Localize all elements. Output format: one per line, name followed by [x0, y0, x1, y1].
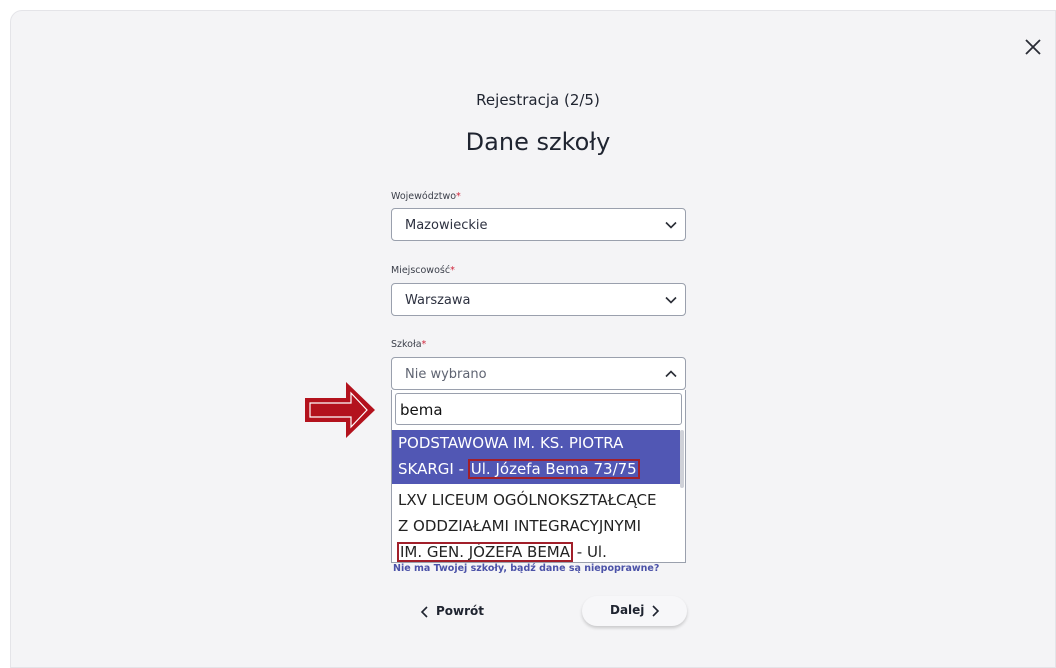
school-label: Szkoła*	[391, 339, 427, 350]
highlight-box: Ul. Józefa Bema 73/75	[467, 459, 640, 479]
chevron-down-icon	[665, 221, 677, 229]
next-button[interactable]: Dalej	[582, 596, 687, 626]
page-title: Dane szkoły	[465, 128, 611, 156]
school-search-input[interactable]: bema	[395, 393, 682, 425]
city-value: Warszawa	[405, 293, 471, 308]
highlight-box: IM. GEN. JÓZEFA BEMA	[397, 542, 573, 562]
arrow-right-icon	[305, 382, 375, 438]
school-option[interactable]: PODSTAWOWA IM. KS. PIOTRA SKARGI - Ul. J…	[392, 430, 680, 484]
chevron-down-icon	[665, 296, 677, 304]
city-label: Miejscowość*	[391, 265, 455, 276]
chevron-up-icon	[665, 370, 677, 378]
voivodeship-value: Mazowieckie	[405, 218, 488, 233]
school-dropdown: bema PODSTAWOWA IM. KS. PIOTRA SKARGI - …	[391, 390, 686, 563]
voivodeship-select[interactable]: Mazowieckie	[391, 208, 686, 241]
school-option[interactable]: LXV LICEUM OGÓLNOKSZTAŁCĄCE Z ODDZIAŁAMI…	[392, 487, 680, 562]
dropdown-scrollbar[interactable]	[680, 430, 684, 488]
school-select[interactable]: Nie wybrano	[391, 357, 686, 390]
city-select[interactable]: Warszawa	[391, 283, 686, 316]
missing-school-link[interactable]: Nie ma Twojej szkoły, bądź dane są niepo…	[393, 563, 659, 574]
voivodeship-label: Województwo*	[391, 191, 461, 202]
back-button[interactable]: Powrót	[410, 597, 520, 627]
chevron-right-icon	[652, 605, 660, 617]
registration-step: Rejestracja (2/5)	[476, 91, 600, 109]
close-icon[interactable]	[1021, 35, 1045, 59]
chevron-left-icon	[420, 606, 428, 618]
school-placeholder: Nie wybrano	[405, 367, 487, 382]
